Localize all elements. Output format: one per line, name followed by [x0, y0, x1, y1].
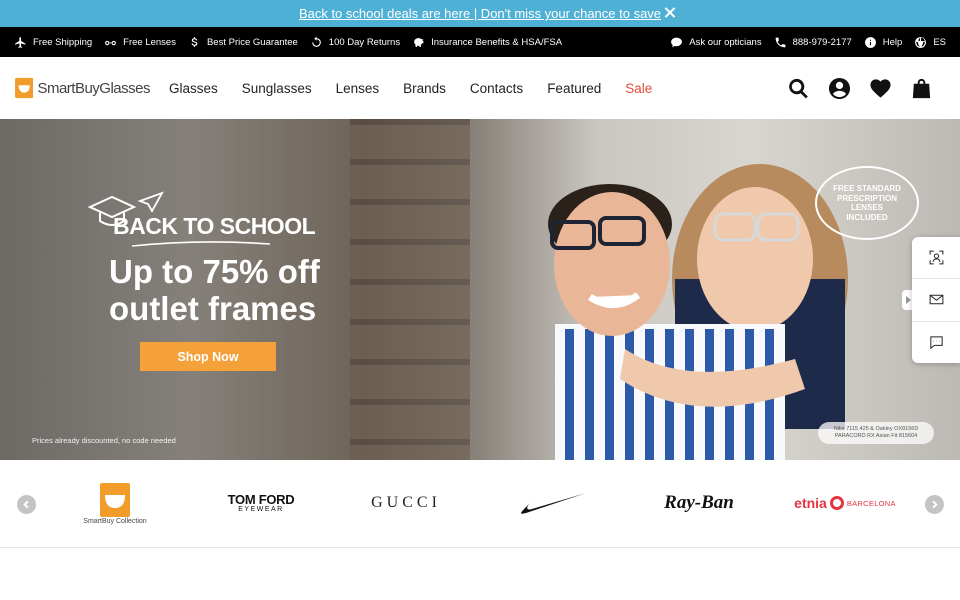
promo-link[interactable]: Back to school deals are here | Don't mi… [299, 6, 661, 21]
chat-button[interactable] [912, 322, 960, 363]
brand-label: SmartBuy Collection [83, 518, 147, 525]
brand-label: Ray-Ban [664, 492, 734, 513]
utility-label: Free Shipping [33, 36, 93, 48]
heart-icon[interactable] [869, 77, 892, 100]
utility-insurance[interactable]: Insurance Benefits & HSA/FSA [412, 36, 562, 49]
brand-carousel: SmartBuy Collection TOM FORD EYEWEAR GUC… [0, 460, 960, 548]
utility-label: Best Price Guarantee [206, 36, 298, 48]
utility-bar: Free Shipping Free Lenses Best Price Gua… [0, 27, 960, 57]
phone-icon [775, 37, 785, 47]
piggy-bank-icon [414, 37, 424, 47]
carousel-prev-button[interactable] [17, 495, 36, 514]
badge-line: LENSES [850, 203, 883, 212]
mail-icon [929, 295, 943, 305]
nav-lenses[interactable]: Lenses [336, 81, 380, 96]
search-icon[interactable] [787, 77, 810, 100]
hero-disclaimer: Prices already discounted, no code neede… [32, 436, 176, 445]
utility-language[interactable]: ES [914, 36, 946, 49]
hero-underline [131, 241, 271, 247]
header-actions [787, 77, 945, 100]
plane-icon [15, 36, 26, 48]
utility-label: Ask our opticians [689, 36, 762, 48]
logo-glasses-icon [15, 77, 34, 99]
utility-ask-opticians[interactable]: Ask our opticians [670, 36, 762, 49]
utility-label: Insurance Benefits & HSA/FSA [431, 36, 563, 48]
utility-label: 100 Day Returns [328, 36, 401, 48]
chevron-right-icon [932, 500, 938, 509]
product-note-line: PARACORD RX Asian Fit 815604 [834, 433, 918, 439]
utility-label: Help [882, 36, 903, 48]
hero-bookshelf [350, 119, 470, 460]
utility-right-group: Ask our opticians 888-979-2177 Help ES [670, 36, 946, 49]
hero-headline: Up to 75% off outlet frames [109, 253, 320, 327]
chevron-left-icon [23, 500, 29, 509]
brand-ray-ban[interactable]: Ray-Ban [660, 485, 738, 521]
email-button[interactable] [912, 279, 960, 322]
virtual-try-on-button[interactable] [912, 237, 960, 280]
utility-free-lenses[interactable]: Free Lenses [104, 36, 176, 49]
brand-gucci[interactable]: GUCCI [368, 492, 444, 514]
nav-featured[interactable]: Featured [547, 81, 601, 96]
face-scan-icon [929, 250, 943, 265]
utility-label: Free Lenses [123, 36, 176, 48]
utility-phone[interactable]: 888-979-2177 [774, 36, 852, 49]
brand-nike[interactable] [515, 488, 591, 516]
smartbuy-logo-icon [100, 483, 130, 517]
returns-icon [311, 36, 321, 47]
info-icon [864, 36, 876, 48]
logo-text: SmartBuyGlasses [37, 79, 150, 97]
brand-tom-ford[interactable]: TOM FORD EYEWEAR [222, 490, 300, 516]
nav-glasses[interactable]: Glasses [169, 81, 218, 96]
prescription-badge: FREE STANDARD PRESCRIPTION LENSES INCLUD… [815, 166, 919, 240]
utility-label: 888-979-2177 [792, 36, 852, 48]
product-note-line: Nike 7115 425 & Oakley OX8156D [833, 426, 919, 432]
badge-line: PRESCRIPTION [836, 193, 897, 203]
brand-label: TOM FORD [227, 492, 295, 507]
nav-contacts[interactable]: Contacts [470, 81, 523, 96]
glasses-icon [105, 40, 117, 45]
side-tab [912, 237, 960, 363]
promo-banner: Back to school deals are here | Don't mi… [0, 0, 960, 27]
nav-sale[interactable]: Sale [625, 81, 652, 96]
hero-banner[interactable]: BACK TO SCHOOL Up to 75% off outlet fram… [0, 119, 960, 460]
brand-sublabel: BARCELONA [846, 498, 896, 508]
brand-label: etnia [794, 495, 827, 511]
message-icon [929, 336, 943, 350]
main-header: SmartBuyGlasses Glasses Sunglasses Lense… [0, 57, 960, 119]
hero-product-note: Nike 7115 425 & Oakley OX8156D PARACORD … [818, 422, 934, 444]
utility-returns[interactable]: 100 Day Returns [310, 36, 400, 49]
brand-smartbuy-collection[interactable]: SmartBuy Collection [80, 480, 150, 528]
account-icon[interactable] [828, 77, 851, 100]
etnia-circle-icon [829, 496, 844, 510]
shopping-bag-icon[interactable] [910, 77, 933, 100]
hero-headline-line2: outlet frames [109, 290, 317, 327]
chat-icon [671, 37, 683, 47]
nike-swoosh-icon [521, 493, 586, 514]
utility-best-price[interactable]: Best Price Guarantee [188, 36, 298, 49]
shop-now-button[interactable]: Shop Now [140, 342, 276, 371]
utility-left-group: Free Shipping Free Lenses Best Price Gua… [14, 36, 562, 49]
utility-free-shipping[interactable]: Free Shipping [14, 36, 92, 49]
carousel-next-button[interactable] [925, 495, 944, 514]
utility-label: ES [933, 36, 946, 48]
logo[interactable]: SmartBuyGlasses [15, 76, 150, 100]
brand-etnia-barcelona[interactable]: etnia BARCELONA [790, 493, 900, 513]
badge-line: INCLUDED [846, 212, 888, 222]
utility-help[interactable]: Help [864, 36, 903, 49]
badge-line: FREE STANDARD [833, 184, 901, 193]
hero-headline-line1: Up to 75% off [109, 253, 320, 290]
main-nav: Glasses Sunglasses Lenses Brands Contact… [169, 81, 652, 96]
brand-sublabel: EYEWEAR [238, 506, 284, 513]
globe-icon [915, 36, 927, 48]
hero-kicker: BACK TO SCHOOL [113, 213, 316, 239]
brand-label: GUCCI [371, 494, 441, 511]
nav-sunglasses[interactable]: Sunglasses [242, 81, 312, 96]
nav-brands[interactable]: Brands [403, 81, 446, 96]
close-icon[interactable] [662, 5, 678, 21]
dollar-icon [191, 36, 198, 47]
